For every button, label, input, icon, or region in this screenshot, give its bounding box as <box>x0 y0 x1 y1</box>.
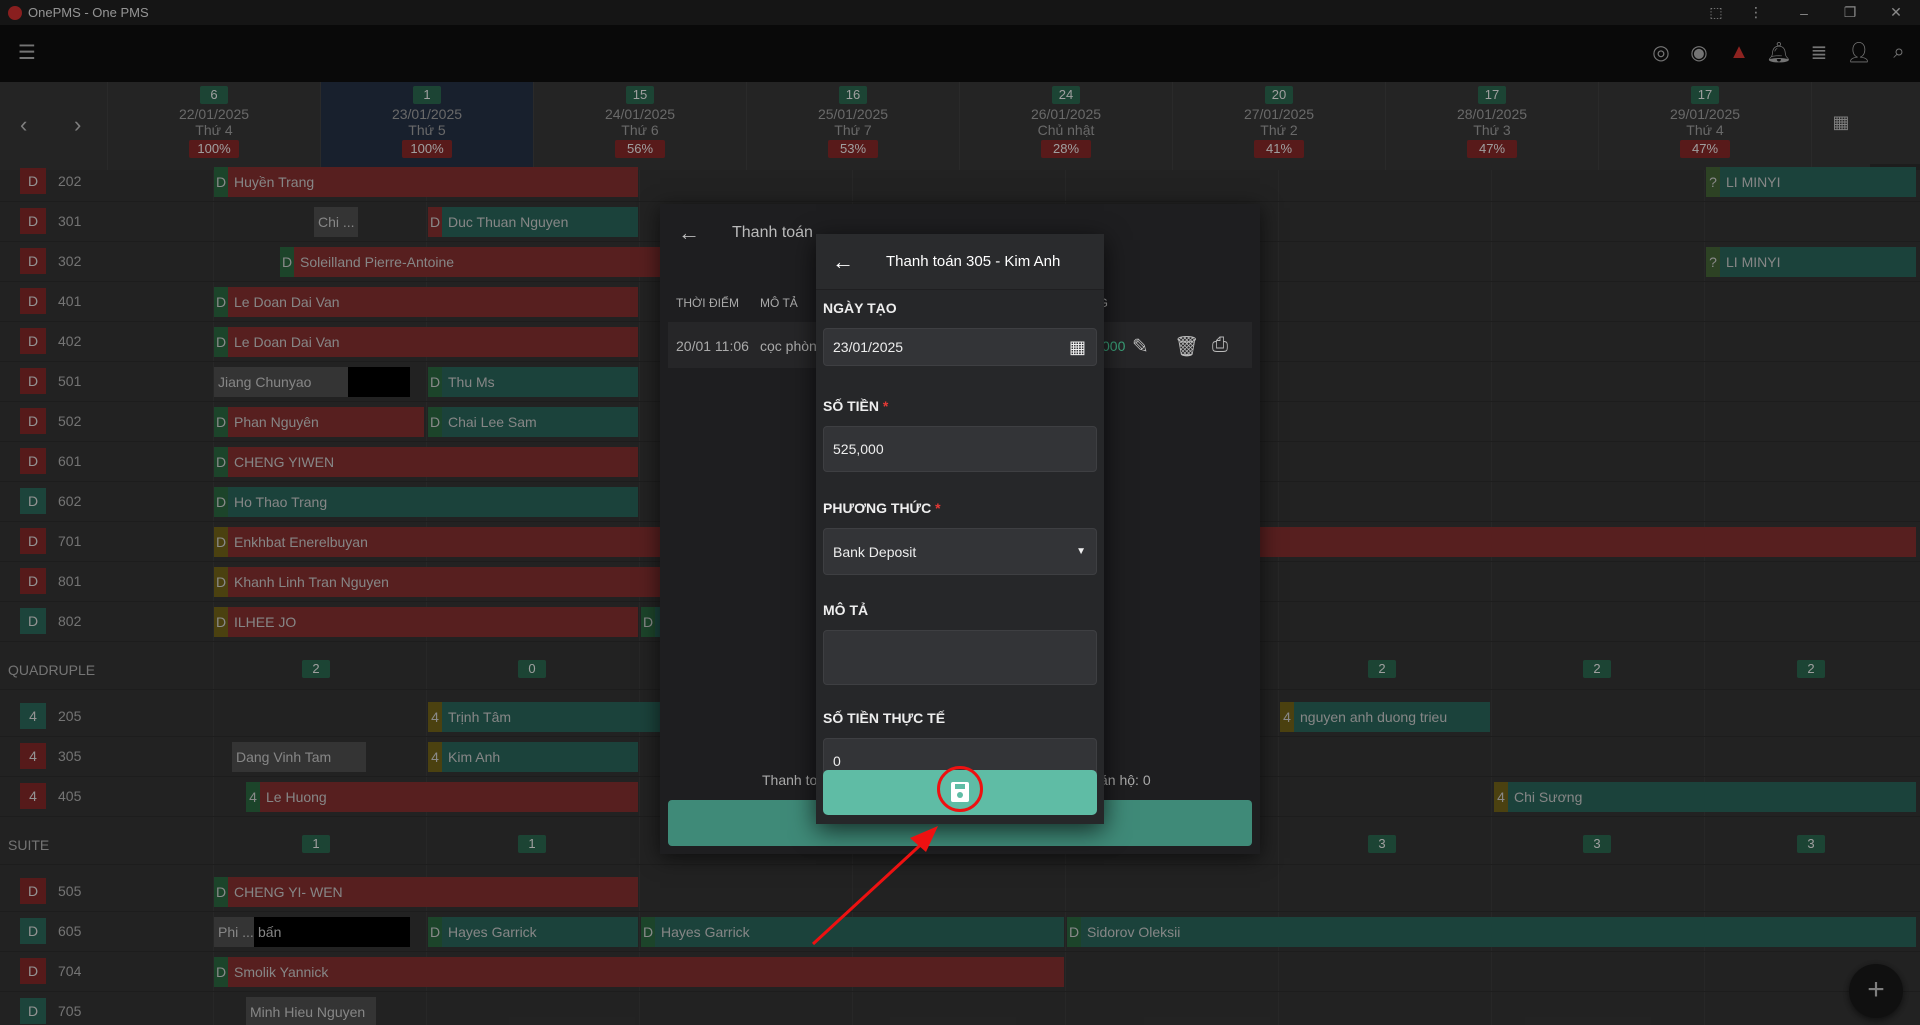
payment-form-dialog: ← Thanh toán 305 - Kim Anh NGÀY TẠO 23/0… <box>816 234 1104 824</box>
method-select[interactable]: Bank Deposit ▼ <box>823 528 1097 575</box>
actual-amount-value: 0 <box>833 753 841 769</box>
annotation-circle <box>937 766 983 812</box>
balance-label: ăn hộ: 0 <box>1100 772 1151 788</box>
amount-field[interactable]: 525,000 <box>823 426 1097 472</box>
description-field[interactable] <box>823 630 1097 685</box>
description-label: MÔ TẢ <box>823 602 869 618</box>
method-value: Bank Deposit <box>833 543 917 560</box>
payment-time: 20/01 11:06 <box>676 338 749 354</box>
method-label: PHƯƠNG THỨC * <box>823 500 941 516</box>
date-value: 23/01/2025 <box>833 339 904 355</box>
form-title: Thanh toán 305 - Kim Anh <box>886 253 1061 270</box>
column-header-time: THỜI ĐIỂM <box>676 296 739 310</box>
dialog-title: Thanh toán <box>732 224 813 241</box>
actual-amount-label: SỐ TIỀN THỰC TẾ <box>823 710 946 726</box>
dropdown-arrow-icon: ▼ <box>1076 546 1086 557</box>
print-icon[interactable]: ⎙ <box>1212 334 1228 357</box>
amount-value: 525,000 <box>833 441 884 457</box>
amount-label: SỐ TIỀN * <box>823 398 889 414</box>
column-header-desc: MÔ TẢ <box>760 296 798 310</box>
back-arrow-icon[interactable]: ← <box>678 220 700 246</box>
payment-desc: cọc phòn <box>760 338 817 354</box>
date-label: NGÀY TẠO <box>823 300 897 316</box>
back-arrow-icon[interactable]: ← <box>832 249 854 275</box>
total-paid-label: Thanh to <box>762 772 818 788</box>
delete-icon[interactable]: 🗑︎ <box>1174 334 1199 359</box>
edit-icon[interactable]: ✎ <box>1132 334 1149 359</box>
calendar-icon[interactable]: ▦ <box>1069 337 1086 358</box>
date-field[interactable]: 23/01/2025 ▦ <box>823 328 1097 366</box>
payment-amount: 000 <box>1102 338 1126 354</box>
screen: OnePMS - One PMS ⬚ ⋮ – ❐ ✕ ☰ ◎ ◉ ▲ 🔔︎ ≣ … <box>0 0 1920 1025</box>
form-header: ← Thanh toán 305 - Kim Anh <box>816 234 1104 290</box>
